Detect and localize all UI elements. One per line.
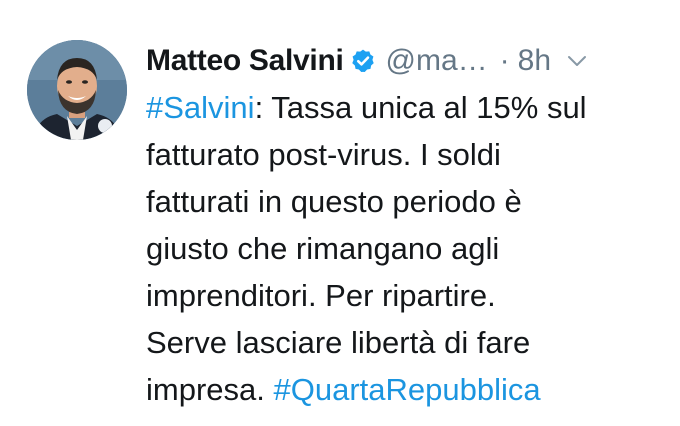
- avatar-image: [27, 40, 127, 140]
- tweet-line: imprenditori. Per ripartire.: [146, 278, 496, 313]
- tweet-line: Serve lasciare libertà di fare: [146, 325, 531, 360]
- tweet-line: #Salvini: Tassa unica al 15% sul: [146, 84, 666, 131]
- author-handle[interactable]: @ma…: [386, 44, 488, 78]
- tweet-line: fatturati in questo periodo è: [146, 184, 522, 219]
- timestamp[interactable]: 8h: [518, 44, 551, 78]
- verified-badge-icon: [350, 48, 376, 74]
- tweet-line-text: impresa.: [146, 372, 274, 407]
- tweet-card[interactable]: Matteo Salvini @ma… · 8h #Salvini: Tassa…: [0, 0, 680, 426]
- tweet-line: impresa. #QuartaRepubblica: [146, 366, 666, 413]
- tweet-line-text: : Tassa unica al 15% sul: [254, 90, 587, 125]
- separator-dot: ·: [499, 44, 510, 77]
- tweet-header: Matteo Salvini @ma… · 8h: [146, 38, 587, 84]
- tweet-line: giusto che rimangano agli: [146, 231, 500, 266]
- tweet-text: #Salvini: Tassa unica al 15% sul fattura…: [146, 84, 666, 413]
- hashtag-link[interactable]: #QuartaRepubblica: [273, 372, 540, 407]
- author-name[interactable]: Matteo Salvini: [146, 44, 344, 78]
- hashtag-link[interactable]: #Salvini: [146, 90, 255, 125]
- avatar[interactable]: [27, 40, 127, 140]
- chevron-down-icon[interactable]: [567, 54, 587, 68]
- tweet-line: fatturato post-virus. I soldi: [146, 137, 501, 172]
